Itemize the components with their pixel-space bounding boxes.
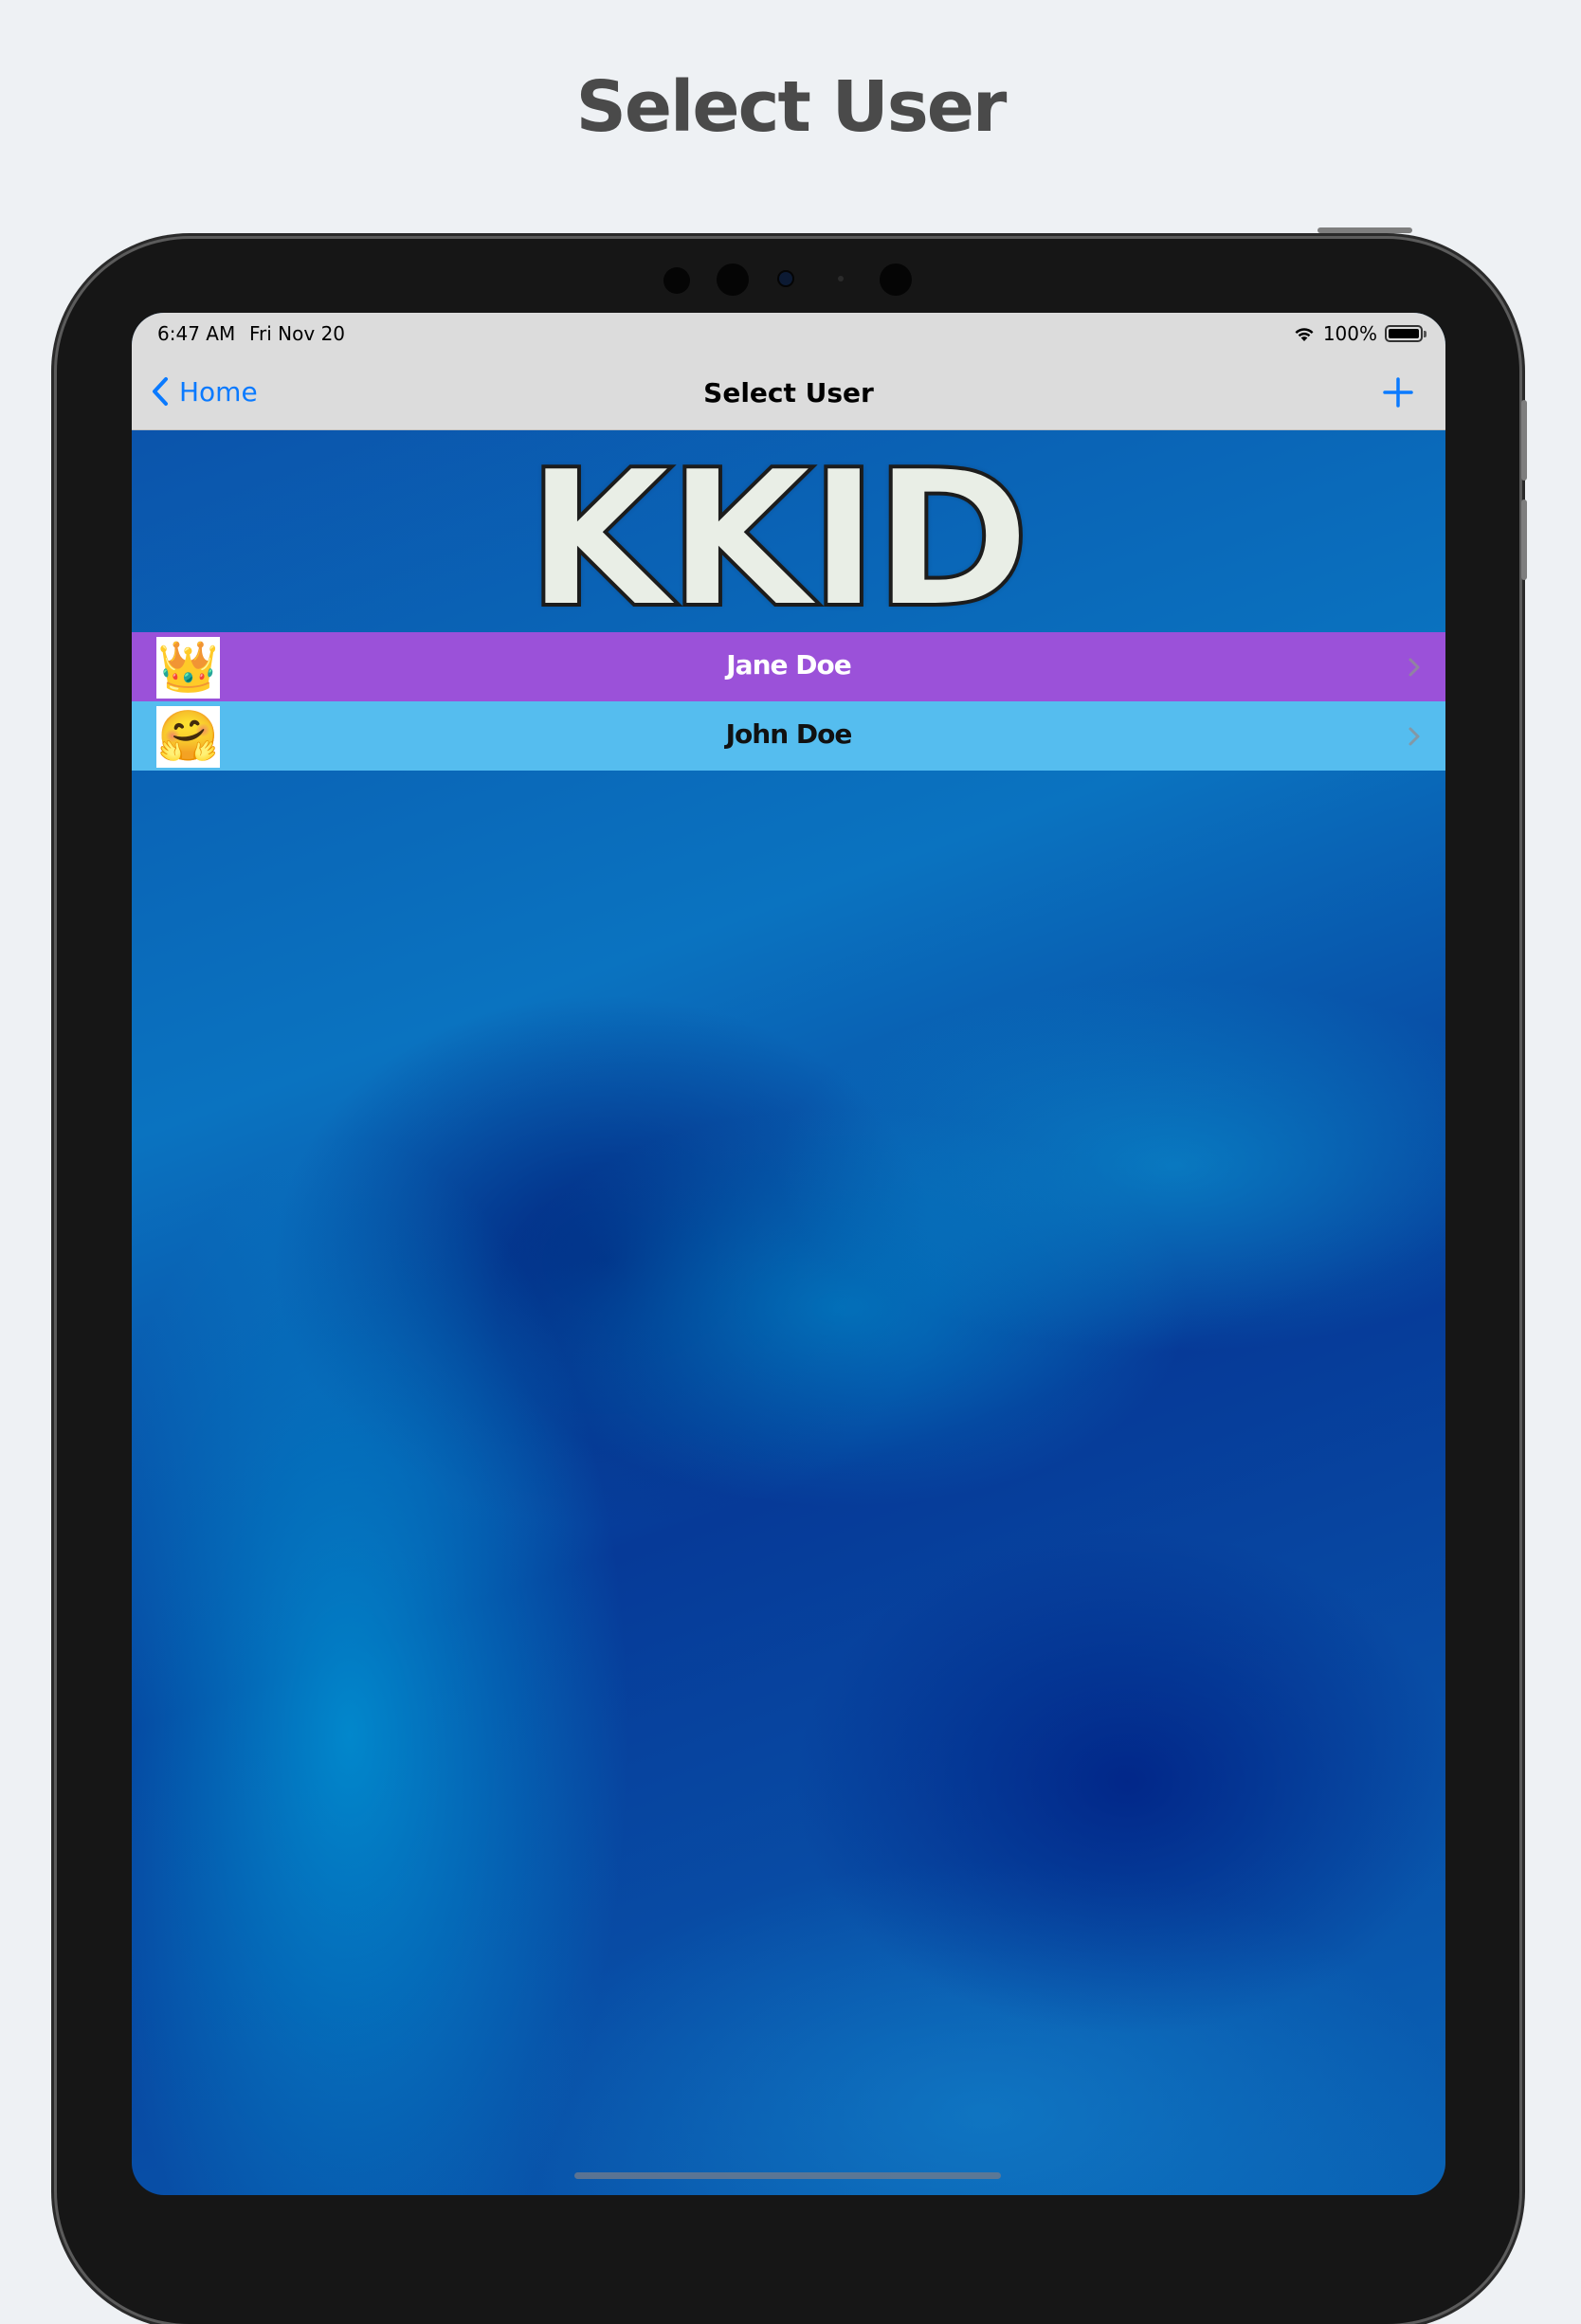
plus-icon [1383, 377, 1413, 408]
page-caption: Select User [575, 66, 1008, 148]
chevron-right-icon [1408, 727, 1420, 746]
status-bar: 6:47 AM Fri Nov 20 100% [132, 313, 1445, 360]
sensor-dot [663, 267, 690, 294]
status-indicators: 100% [1293, 322, 1427, 345]
wifi-icon [1295, 328, 1314, 341]
sensor-dot [717, 263, 749, 296]
top-button [1318, 227, 1412, 233]
status-date: Fri Nov 20 [249, 322, 346, 345]
camera-lens [779, 272, 792, 285]
navigation-bar: Home Select User [132, 360, 1445, 430]
nav-title: Select User [703, 377, 874, 409]
battery-icon [1385, 325, 1427, 342]
volume-up-button [1521, 400, 1527, 481]
chevron-right-icon [1408, 658, 1420, 677]
app-banner: KKID [132, 429, 1445, 650]
battery-percent: 100% [1322, 322, 1377, 345]
back-button[interactable]: Home [151, 375, 258, 408]
chevron-left-icon [153, 377, 168, 406]
sensor-dot [880, 263, 912, 296]
home-indicator[interactable] [574, 2172, 1001, 2179]
sensor-dot [838, 276, 844, 281]
user-row-john-doe[interactable]: 🤗 John Doe [132, 701, 1445, 771]
battery-cap [1424, 331, 1427, 337]
volume-down-button [1521, 499, 1527, 580]
status-time: 6:47 AM [157, 322, 236, 345]
add-user-button[interactable] [1379, 373, 1417, 415]
kkid-logo: KKID [524, 429, 1032, 650]
user-name: Jane Doe [726, 649, 851, 681]
app-screen: 6:47 AM Fri Nov 20 100% Home Select User [132, 313, 1445, 2195]
battery-fill [1389, 329, 1419, 338]
user-name: John Doe [725, 718, 853, 750]
back-button-label: Home [179, 375, 258, 408]
user-row-jane-doe[interactable]: 👑 Jane Doe [132, 632, 1445, 701]
